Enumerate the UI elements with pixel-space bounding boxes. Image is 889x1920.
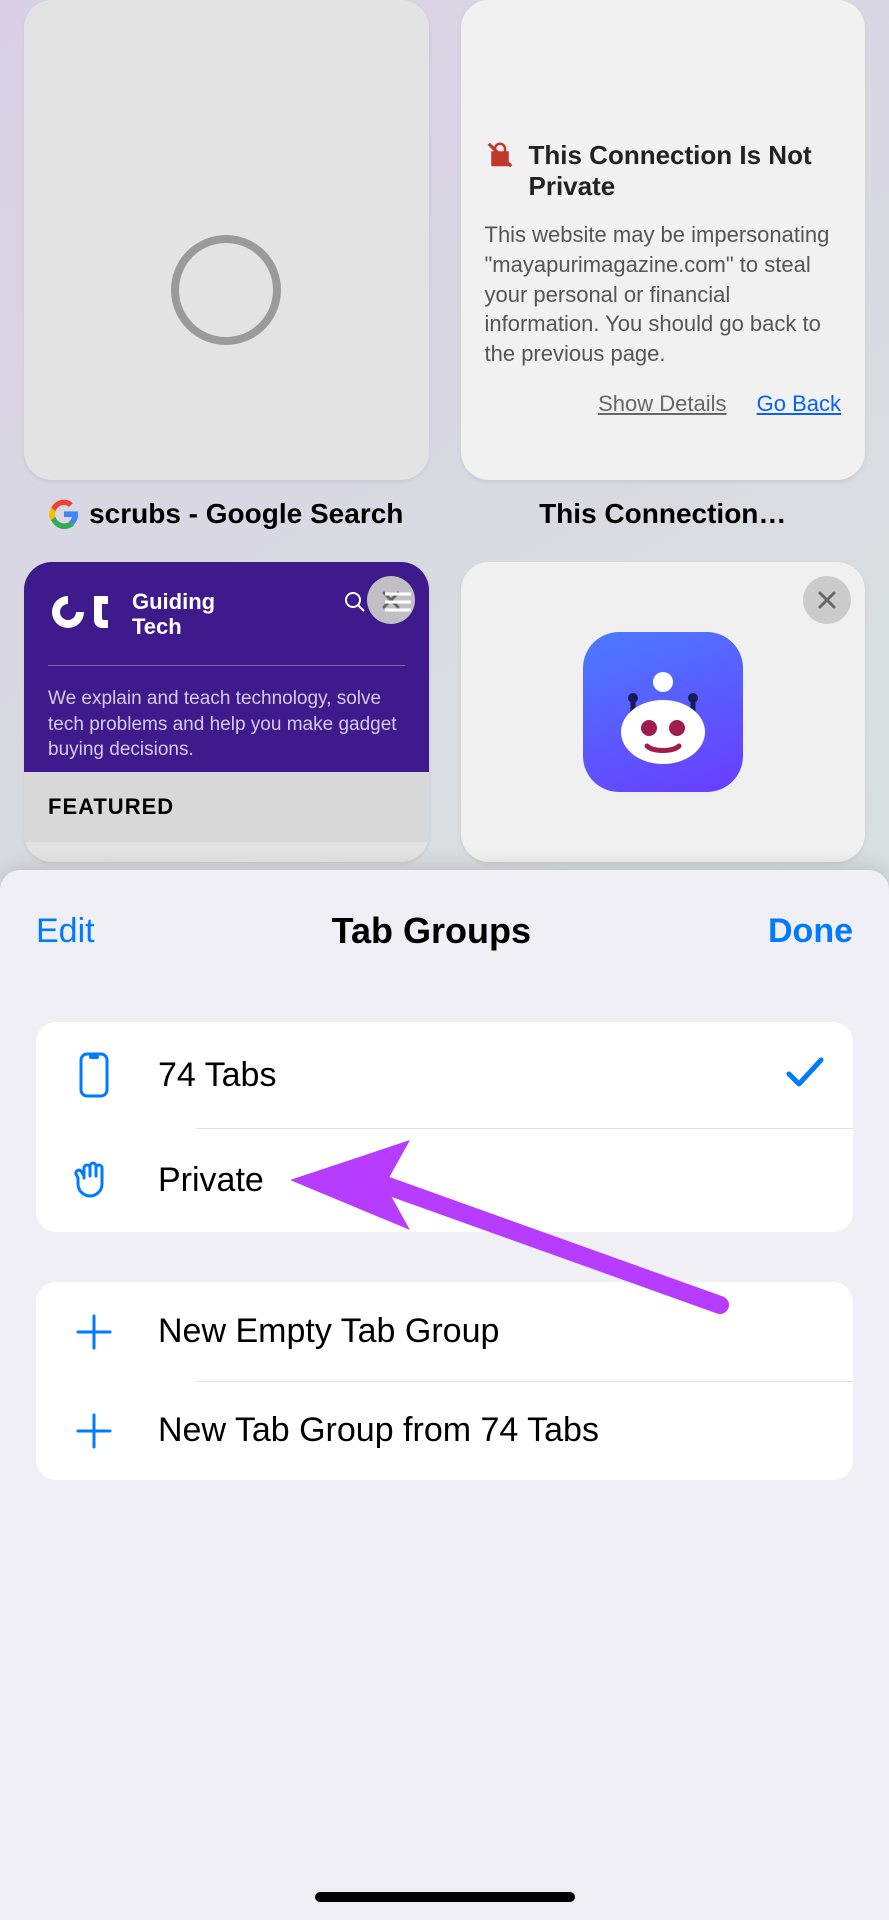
- new-group-from-tabs-row[interactable]: New Tab Group from 74 Tabs: [36, 1381, 853, 1480]
- warning-title: This Connection Is Not Private: [529, 140, 842, 202]
- sheet-title: Tab Groups: [332, 910, 531, 952]
- warning-body: This website may be impersonating "mayap…: [485, 220, 842, 368]
- plus-icon: [64, 1412, 124, 1450]
- home-indicator[interactable]: [315, 1892, 575, 1902]
- row-label: Private: [158, 1161, 264, 1200]
- device-icon: [64, 1052, 124, 1098]
- checkmark-icon: [785, 1056, 825, 1095]
- reddit-app-icon: [583, 632, 743, 792]
- tab-thumbnail: [461, 562, 866, 862]
- tab-card[interactable]: [461, 562, 866, 862]
- row-label: 74 Tabs: [158, 1056, 276, 1095]
- safari-compass-icon: [171, 235, 281, 345]
- tab-card[interactable]: This Connection Is Not Private This webs…: [461, 0, 866, 530]
- tab-thumbnail: This Connection Is Not Private This webs…: [461, 0, 866, 480]
- search-icon[interactable]: [343, 590, 367, 619]
- done-button[interactable]: Done: [768, 912, 853, 951]
- google-favicon-icon: [49, 499, 79, 529]
- tab-thumbnail: [24, 0, 429, 480]
- insecure-lock-icon: [485, 140, 515, 176]
- tab-thumbnail: Guiding Tech We explain and teach techno…: [24, 562, 429, 862]
- menu-icon[interactable]: [385, 592, 411, 617]
- edit-button[interactable]: Edit: [36, 912, 95, 951]
- plus-icon: [64, 1313, 124, 1351]
- go-back-link[interactable]: Go Back: [757, 391, 841, 416]
- site-tagline: We explain and teach technology, solve t…: [48, 686, 405, 763]
- tab-title: scrubs - Google Search: [24, 498, 429, 530]
- tab-group-row-private[interactable]: Private: [36, 1128, 853, 1232]
- tab-overview-grid: scrubs - Google Search This Connection I…: [0, 0, 889, 862]
- private-hand-icon: [64, 1158, 124, 1202]
- close-tab-button[interactable]: [803, 576, 851, 624]
- tab-group-row-tabs[interactable]: 74 Tabs: [36, 1022, 853, 1128]
- tab-card[interactable]: scrubs - Google Search: [24, 0, 429, 530]
- new-empty-group-row[interactable]: New Empty Tab Group: [36, 1282, 853, 1381]
- show-details-link[interactable]: Show Details: [598, 391, 726, 416]
- tab-group-list: 74 Tabs Private: [36, 1022, 853, 1232]
- brand-line-2: Tech: [132, 615, 215, 639]
- featured-heading: FEATURED: [24, 772, 429, 842]
- row-label: New Empty Tab Group: [158, 1312, 499, 1351]
- tab-groups-sheet: Edit Tab Groups Done 74 Tabs Private New…: [0, 870, 889, 1920]
- tab-title: This Connection…: [461, 498, 866, 530]
- new-group-list: New Empty Tab Group New Tab Group from 7…: [36, 1282, 853, 1480]
- row-label: New Tab Group from 74 Tabs: [158, 1411, 599, 1450]
- tab-card[interactable]: Guiding Tech We explain and teach techno…: [24, 562, 429, 862]
- guidingtech-logo-icon: [48, 590, 118, 639]
- brand-line-1: Guiding: [132, 590, 215, 614]
